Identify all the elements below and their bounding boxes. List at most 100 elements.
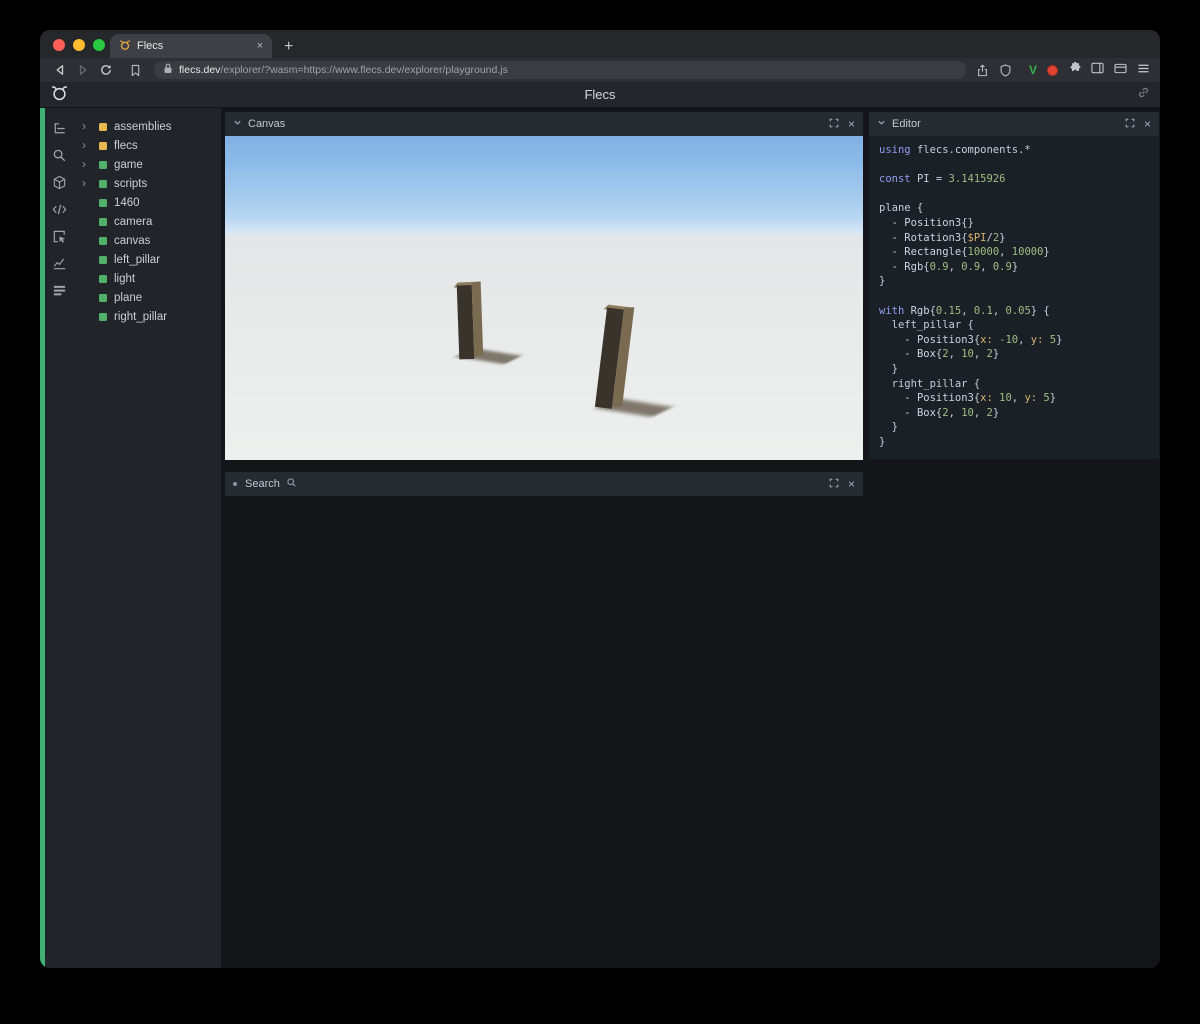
code-line: - Rotation3{$PI/2} <box>879 231 1006 244</box>
expand-icon[interactable] <box>829 478 839 491</box>
desktop: Flecs × + flecs.dev/explorer/?wasm=https… <box>0 0 1200 1024</box>
tree-expand-arrow[interactable]: › <box>82 157 86 172</box>
expand-icon[interactable] <box>829 118 839 131</box>
stats-chart-icon[interactable] <box>51 255 68 272</box>
queries-icon[interactable] <box>51 282 68 299</box>
code-line: left_pillar { <box>879 319 974 332</box>
tree-item-label: right_pillar <box>114 310 168 323</box>
sidebar-toggle-icon[interactable] <box>1091 61 1104 79</box>
tab-close-icon[interactable]: × <box>257 40 263 52</box>
entity-color-square <box>99 141 107 150</box>
code-line: } <box>879 275 886 288</box>
zoom-window-button[interactable] <box>93 39 105 51</box>
entity-color-square <box>99 236 107 245</box>
tree-item-label: left_pillar <box>114 253 161 266</box>
tree-item[interactable]: camera <box>73 212 221 231</box>
extension-red-dot-icon[interactable] <box>1047 64 1058 76</box>
entity-color-square <box>99 293 107 302</box>
search-icon <box>286 477 297 491</box>
browser-window: Flecs × + flecs.dev/explorer/?wasm=https… <box>40 30 1160 968</box>
close-icon[interactable]: × <box>848 118 855 130</box>
close-icon[interactable]: × <box>848 478 855 490</box>
tab-favicon <box>119 39 131 54</box>
link-icon[interactable] <box>1137 86 1150 104</box>
code-line: } <box>879 362 898 375</box>
minimize-window-button[interactable] <box>73 39 85 51</box>
tree-item-label: camera <box>114 215 153 228</box>
back-icon[interactable] <box>50 61 70 79</box>
brave-shield-icon[interactable] <box>996 61 1016 79</box>
tree-item[interactable]: right_pillar <box>73 307 221 326</box>
tree-expand-arrow[interactable]: › <box>82 119 86 134</box>
code-line: - Rectangle{10000, 10000} <box>879 246 1050 259</box>
search-panel-header[interactable]: Search × <box>225 472 863 496</box>
code-line: right_pillar { <box>879 377 981 390</box>
tree-item-label: canvas <box>114 234 151 247</box>
code-line: plane { <box>879 202 924 215</box>
chevron-down-icon[interactable] <box>877 118 886 130</box>
entity-tree: › assemblies › flecs › game › scripts 1460 camera… <box>73 108 221 968</box>
url-path: /explorer/?wasm=https://www.flecs.dev/ex… <box>220 64 508 76</box>
share-icon[interactable] <box>973 61 993 79</box>
code-line: - Position3{x: 10, y: 5} <box>879 392 1057 405</box>
editor-panel-title: Editor <box>892 118 921 130</box>
search-icon[interactable] <box>51 147 68 164</box>
tree-expand-arrow[interactable]: › <box>82 176 86 191</box>
entity-color-square <box>99 179 107 188</box>
tree-item[interactable]: canvas <box>73 231 221 250</box>
canvas-3d-viewport[interactable] <box>225 136 863 460</box>
navigation-bar: flecs.dev/explorer/?wasm=https://www.fle… <box>40 58 1160 82</box>
inspector-icon[interactable] <box>51 228 68 245</box>
tree-item[interactable]: › scripts <box>73 174 221 193</box>
tree-item[interactable]: light <box>73 269 221 288</box>
components-icon[interactable] <box>51 174 68 191</box>
code-line: - Position3{x: -10, y: 5} <box>879 333 1063 346</box>
left-pillar-3d <box>453 281 486 361</box>
close-icon[interactable]: × <box>1144 118 1151 130</box>
code-icon[interactable] <box>51 201 68 218</box>
traffic-lights <box>53 39 105 51</box>
browser-tab[interactable]: Flecs × <box>110 34 272 58</box>
canvas-panel-header[interactable]: Canvas × <box>225 112 863 136</box>
tree-item[interactable]: › flecs <box>73 136 221 155</box>
tree-item[interactable]: left_pillar <box>73 250 221 269</box>
app-header: Flecs <box>40 82 1160 108</box>
reload-icon[interactable] <box>96 61 116 79</box>
editor-panel-header[interactable]: Editor × <box>869 112 1159 136</box>
entity-color-square <box>99 198 107 207</box>
expand-icon[interactable] <box>1125 118 1135 131</box>
tree-item-label: game <box>114 158 143 171</box>
code-line: const PI = 3.1415926 <box>879 173 1006 186</box>
tree-item-label: light <box>114 272 136 285</box>
new-tab-button[interactable]: + <box>284 39 293 55</box>
entity-color-square <box>99 255 107 264</box>
extension-v-icon[interactable]: V <box>1029 63 1037 77</box>
entity-tree-icon[interactable] <box>51 120 68 137</box>
tab-title: Flecs <box>137 40 164 52</box>
chevron-down-icon[interactable] <box>233 118 242 130</box>
tree-item[interactable]: plane <box>73 288 221 307</box>
bullet-icon <box>233 482 237 486</box>
editor-code[interactable]: using flecs.components.* const PI = 3.14… <box>869 136 1159 459</box>
forward-icon[interactable] <box>73 61 93 79</box>
tree-item-label: flecs <box>114 139 138 152</box>
tree-item[interactable]: › assemblies <box>73 117 221 136</box>
lock-icon <box>163 63 173 77</box>
code-line: - Box{2, 10, 2} <box>879 406 1000 419</box>
code-line: - Box{2, 10, 2} <box>879 348 1000 361</box>
code-line: } <box>879 421 898 434</box>
url-text: flecs.dev/explorer/?wasm=https://www.fle… <box>179 64 508 76</box>
tree-item[interactable]: › game <box>73 155 221 174</box>
bookmark-icon[interactable] <box>125 61 145 79</box>
entity-color-square <box>99 160 107 169</box>
tree-item[interactable]: 1460 <box>73 193 221 212</box>
menu-icon[interactable] <box>1137 61 1150 79</box>
url-bar[interactable]: flecs.dev/explorer/?wasm=https://www.fle… <box>154 61 966 79</box>
wallet-icon[interactable] <box>1114 61 1127 79</box>
canvas-column: Canvas × Search × <box>225 112 863 496</box>
content-area: Canvas × Search × Editor × using flecs.c… <box>221 108 1160 968</box>
close-window-button[interactable] <box>53 39 65 51</box>
extensions-puzzle-icon[interactable] <box>1068 61 1081 79</box>
tree-expand-arrow[interactable]: › <box>82 138 86 153</box>
